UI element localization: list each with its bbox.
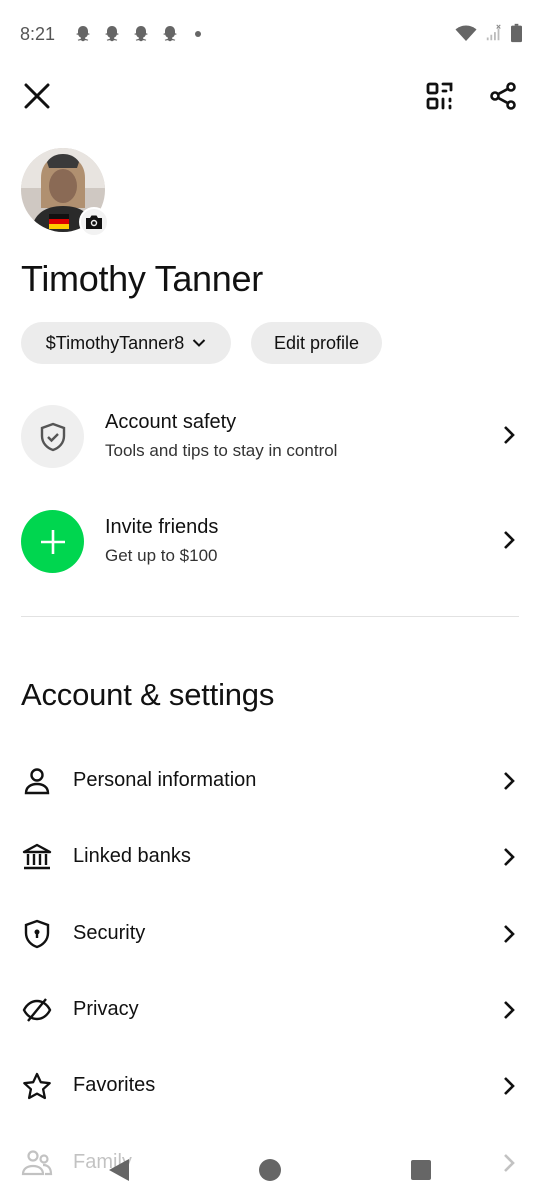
star-icon [23, 1072, 51, 1100]
signal-icon [486, 24, 501, 41]
close-button[interactable] [15, 74, 59, 118]
chevron-down-icon [192, 339, 206, 347]
setting-icon-wrap [21, 994, 53, 1026]
notification-icons [73, 24, 201, 44]
account-safety-subtitle: Tools and tips to stay in control [105, 441, 338, 460]
change-photo-button[interactable] [79, 207, 109, 237]
account-safety-title: Account safety [105, 411, 237, 433]
avatar-container[interactable] [21, 148, 109, 237]
camera-icon [86, 215, 102, 229]
shield-lock-icon [24, 919, 50, 949]
setting-icon-wrap [21, 765, 53, 797]
setting-label: Favorites [73, 1074, 156, 1096]
snapchat-ghost-icon [105, 26, 119, 42]
account-safety-icon-wrap [21, 405, 84, 468]
setting-linked-banks[interactable]: Linked banks [21, 833, 521, 881]
bank-icon [22, 843, 52, 870]
invite-friends-subtitle: Get up to $100 [105, 546, 218, 565]
setting-label: Personal information [73, 769, 257, 791]
status-time: 8:21 [20, 24, 56, 44]
home-icon [259, 1159, 281, 1181]
back-icon [109, 1159, 129, 1181]
chevron-right-icon [504, 1077, 515, 1095]
eye-off-icon [22, 998, 52, 1022]
divider [21, 616, 519, 617]
share-button[interactable] [481, 74, 525, 118]
setting-label: Privacy [73, 998, 139, 1020]
setting-icon-wrap [21, 841, 53, 873]
recents-button[interactable] [405, 1154, 437, 1186]
close-icon [24, 83, 50, 109]
invite-friends-row[interactable]: Invite friends Get up to $100 [21, 510, 521, 574]
setting-security[interactable]: Security [21, 910, 521, 958]
snapchat-ghost-icon [163, 26, 177, 42]
person-icon [24, 768, 50, 795]
cashtag-label: $TimothyTanner8 [45, 332, 185, 353]
shield-check-icon [40, 422, 65, 451]
status-bar: 8:21 [0, 0, 540, 68]
profile-name: Timothy Tanner [21, 258, 263, 299]
chevron-right-icon [504, 1001, 515, 1019]
battery-icon [511, 23, 522, 43]
home-button[interactable] [254, 1154, 286, 1186]
plus-icon [40, 529, 65, 554]
setting-personal-information[interactable]: Personal information [21, 757, 521, 805]
wifi-icon [455, 25, 477, 41]
snapchat-ghost-icon [76, 26, 90, 42]
qr-code-button[interactable] [418, 74, 462, 118]
setting-icon-wrap [21, 918, 53, 950]
setting-privacy[interactable]: Privacy [21, 986, 521, 1034]
setting-label: Linked banks [73, 845, 191, 867]
system-nav-bar [0, 1140, 540, 1200]
chevron-right-icon [504, 772, 515, 790]
invite-friends-title: Invite friends [105, 516, 219, 538]
section-title: Account & settings [21, 677, 275, 712]
edit-profile-button[interactable]: Edit profile [251, 322, 382, 364]
qr-code-icon [426, 82, 453, 110]
more-notifications-dot [195, 31, 201, 37]
chevron-right-icon [504, 925, 515, 943]
chevron-right-icon [504, 531, 515, 549]
back-button[interactable] [103, 1154, 135, 1186]
snapchat-ghost-icon [134, 26, 148, 42]
cashtag-button[interactable]: $TimothyTanner8 [21, 322, 231, 364]
edit-profile-label: Edit profile [273, 332, 360, 353]
chevron-right-icon [504, 426, 515, 444]
recents-icon [411, 1160, 431, 1180]
account-safety-row[interactable]: Account safety Tools and tips to stay in… [21, 405, 521, 469]
invite-friends-icon-wrap [21, 510, 84, 573]
chevron-right-icon [504, 848, 515, 866]
status-right-icons [455, 22, 522, 44]
setting-label: Security [73, 922, 146, 944]
share-icon [490, 82, 516, 110]
setting-icon-wrap [21, 1070, 53, 1102]
setting-favorites[interactable]: Favorites [21, 1062, 521, 1110]
